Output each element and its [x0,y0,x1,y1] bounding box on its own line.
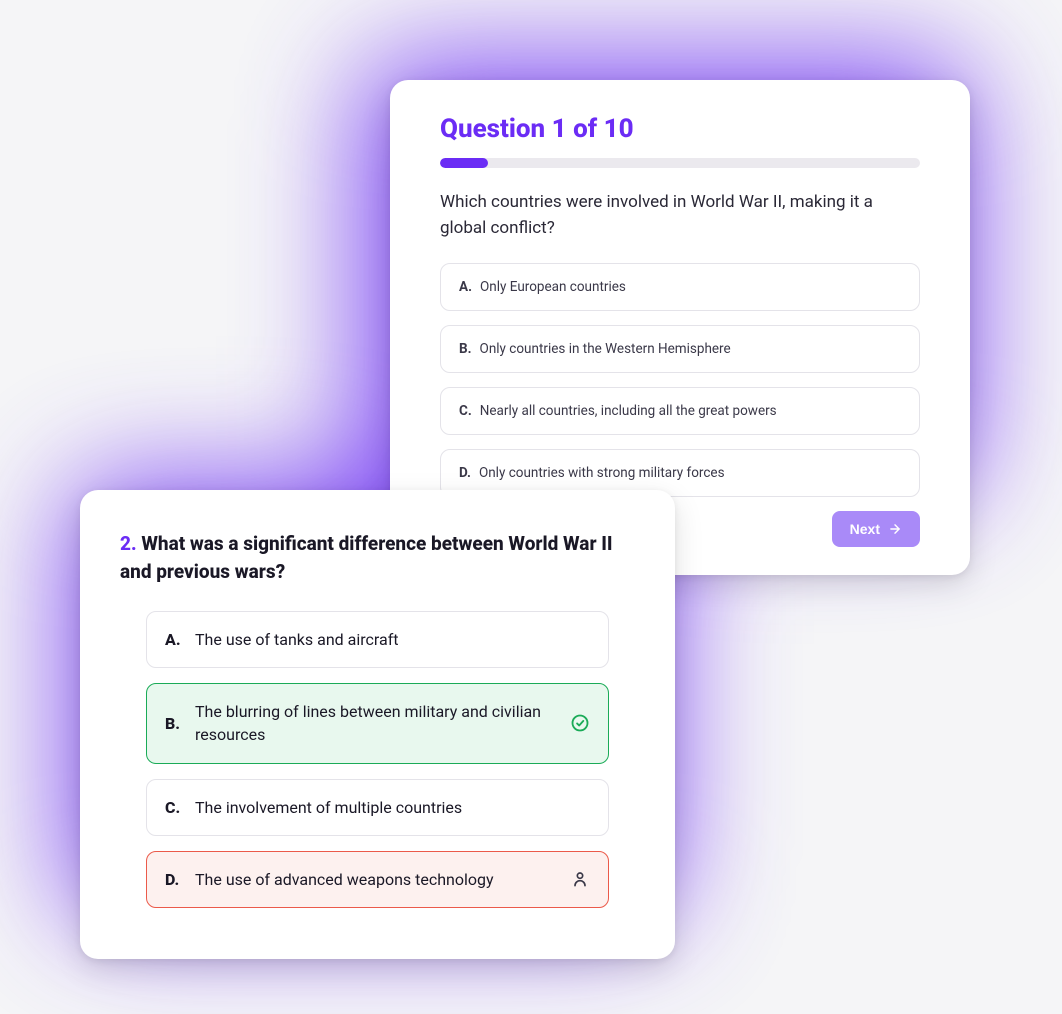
quiz-result-card: 2. What was a significant difference bet… [80,490,675,959]
user-icon [570,869,590,889]
question-text: What was a significant difference betwee… [120,532,613,583]
option-letter: A. [165,630,183,649]
answer-option-c[interactable]: C. Nearly all countries, including all t… [440,387,920,435]
question-text: Which countries were involved in World W… [440,190,920,241]
answer-option-d[interactable]: D. The use of advanced weapons technolog… [146,851,609,908]
check-circle-icon [570,713,590,733]
option-text: Only European countries [480,279,626,295]
question-number: 2. [120,532,137,555]
option-text: The involvement of multiple countries [195,796,590,819]
option-letter: D. [165,870,183,889]
option-letter: C. [165,798,183,817]
option-letter: C. [459,403,472,419]
answer-option-a[interactable]: A. The use of tanks and aircraft [146,611,609,668]
next-button-label: Next [850,521,880,537]
option-text: Only countries in the Western Hemisphere [480,341,731,357]
next-button[interactable]: Next [832,511,920,547]
question-counter: Question 1 of 10 [440,114,920,144]
option-text: The use of tanks and aircraft [195,628,590,651]
question-header: 2. What was a significant difference bet… [120,530,635,585]
answer-option-c[interactable]: C. The involvement of multiple countries [146,779,609,836]
option-text: The blurring of lines between military a… [195,700,558,746]
option-text: Nearly all countries, including all the … [480,403,777,419]
option-letter: B. [165,714,183,733]
progress-bar [440,158,920,168]
answer-option-a[interactable]: A. Only European countries [440,263,920,311]
option-text: Only countries with strong military forc… [479,465,725,481]
answer-option-b[interactable]: B. The blurring of lines between militar… [146,683,609,763]
option-text: The use of advanced weapons technology [195,868,558,891]
option-letter: B. [459,341,472,357]
answer-option-b[interactable]: B. Only countries in the Western Hemisph… [440,325,920,373]
option-letter: D. [459,465,471,481]
option-letter: A. [459,279,472,295]
arrow-right-icon [888,522,902,536]
progress-fill [440,158,488,168]
